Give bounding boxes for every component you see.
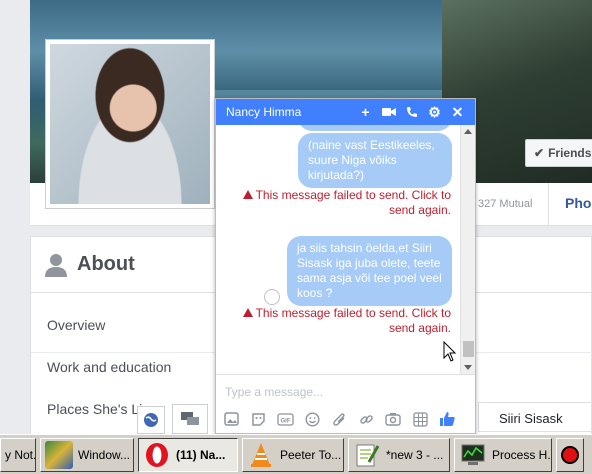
chat-bubbles-icon <box>181 412 199 425</box>
task-label: Window... <box>78 448 131 462</box>
task-process-hacker[interactable]: Process H... <box>454 438 552 472</box>
mutual-friends-count[interactable]: 327 Mutual <box>478 198 532 210</box>
task-label: (11) Na... <box>176 448 226 462</box>
task-label: y Not... <box>5 448 35 462</box>
send-failed-notice[interactable]: This message failed to send. Click to se… <box>221 306 451 336</box>
link-icon[interactable] <box>357 410 375 428</box>
tab-photos[interactable]: Pho <box>548 183 592 226</box>
chat-titlebar[interactable]: Nancy Himma + ⚙ ✕ <box>216 99 475 125</box>
send-failed-notice[interactable]: This message failed to send. Click to se… <box>221 188 451 218</box>
chat-scrollbar[interactable] <box>460 125 475 374</box>
close-icon[interactable]: ✕ <box>446 99 469 125</box>
checkmark-icon: ✔ <box>534 146 545 160</box>
like-icon[interactable] <box>438 410 456 428</box>
emoji-reaction-icon[interactable] <box>264 289 280 305</box>
sticker-icon[interactable] <box>249 410 267 428</box>
about-item-overview[interactable]: Overview <box>47 317 105 333</box>
message-bubble-partial <box>298 125 452 131</box>
task-label: *new 3 - ... <box>386 448 444 462</box>
task-notes[interactable]: y Not... <box>0 438 36 472</box>
add-icon[interactable]: + <box>354 99 377 125</box>
task-label: Process H... <box>492 448 552 462</box>
message-bubble[interactable]: ja siis tahsin öelda,et Siiri Sisask iga… <box>287 236 452 306</box>
profile-picture[interactable] <box>45 39 215 209</box>
friends-button-label: Friends <box>548 146 592 160</box>
message-input[interactable]: Type a message... <box>225 385 323 399</box>
profile-photo <box>50 44 210 204</box>
task-vlc[interactable]: Peeter To... <box>242 438 344 472</box>
scroll-thumb[interactable] <box>463 341 474 357</box>
video-call-icon[interactable] <box>377 99 400 125</box>
task-label: Peeter To... <box>280 448 342 462</box>
chat-messages[interactable]: (naine vast Eestikeeles, suure Niga võik… <box>216 125 461 374</box>
task-opera[interactable]: (11) Na... <box>138 438 238 472</box>
attachment-icon[interactable] <box>330 410 348 428</box>
send-failed-text: This message failed to send. Click to se… <box>255 188 451 217</box>
send-failed-text: This message failed to send. Click to se… <box>255 306 451 335</box>
game-icon[interactable] <box>411 410 429 428</box>
photo-icon[interactable] <box>222 410 240 428</box>
scroll-up-icon[interactable] <box>464 129 472 134</box>
chat-contact-name[interactable]: Nancy Himma <box>226 105 354 119</box>
phone-icon[interactable] <box>400 99 423 125</box>
message-bubble[interactable]: (naine vast Eestikeeles, suure Niga võik… <box>298 133 452 188</box>
globe-button[interactable] <box>137 406 165 434</box>
gif-icon[interactable]: GIF <box>276 410 294 428</box>
notepad-icon <box>353 441 381 469</box>
friends-button[interactable]: ✔ Friends <box>525 139 592 167</box>
chat-window: Nancy Himma + ⚙ ✕ (naine vast Eestikeele… <box>215 98 476 434</box>
scroll-down-icon[interactable] <box>464 365 472 370</box>
taskbar: y Not... Window... (11) Na... Peeter To.… <box>0 434 592 474</box>
about-title: About <box>77 253 135 275</box>
composer-toolbar: GIF <box>216 407 475 431</box>
warning-icon <box>242 190 253 199</box>
svg-text:GIF: GIF <box>280 418 290 424</box>
task-record[interactable] <box>556 438 584 472</box>
warning-icon <box>242 308 253 317</box>
vlc-icon <box>247 441 275 469</box>
camera-icon[interactable] <box>384 410 402 428</box>
about-item-work[interactable]: Work and education <box>47 359 171 375</box>
message-composer: Type a message... GIF <box>216 374 475 433</box>
windows-app-icon <box>45 441 73 469</box>
emoji-icon[interactable] <box>303 410 321 428</box>
globe-icon <box>144 413 158 427</box>
mouse-cursor-icon <box>443 341 457 362</box>
record-icon <box>561 446 579 464</box>
contact-siiri[interactable]: Siiri Sisask <box>478 402 592 432</box>
person-icon <box>45 253 67 277</box>
chat-tray-button[interactable] <box>172 404 208 434</box>
task-notepadpp[interactable]: *new 3 - ... <box>348 438 450 472</box>
opera-icon <box>143 441 171 469</box>
task-windows[interactable]: Window... <box>40 438 134 472</box>
gear-icon[interactable]: ⚙ <box>423 99 446 125</box>
process-hacker-icon <box>459 441 487 469</box>
about-item-places[interactable]: Places She's Li <box>47 401 142 417</box>
